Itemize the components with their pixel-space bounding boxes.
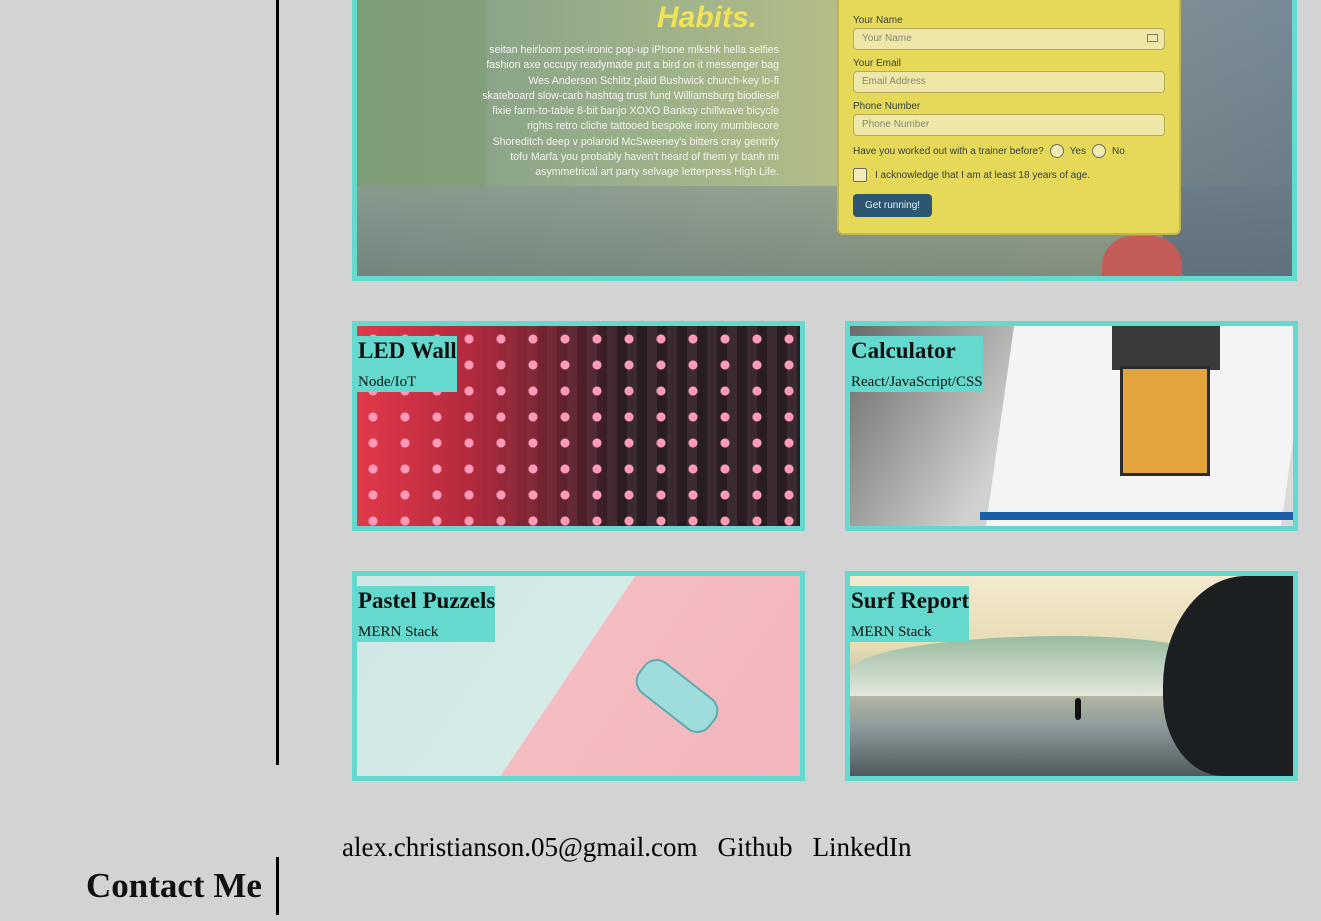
- contact-card-icon: [1147, 34, 1158, 42]
- email-link[interactable]: alex.christianson.05@gmail.com: [342, 830, 698, 864]
- project-card-led-wall[interactable]: LED Wall Node/IoT: [352, 321, 805, 531]
- project-label: Pastel Puzzels MERN Stack: [357, 586, 496, 642]
- laptop-taskbar-image: [980, 512, 1293, 520]
- featured-bg-shoe: [1102, 236, 1182, 276]
- contact-links: alex.christianson.05@gmail.com Github Li…: [342, 830, 912, 864]
- project-title: Surf Report: [851, 588, 970, 613]
- vertical-divider: [276, 0, 279, 765]
- phone-label: Phone Number: [853, 101, 921, 112]
- featured-heading: Habits.: [657, 1, 758, 34]
- no-label: No: [1112, 145, 1125, 157]
- github-link[interactable]: Github: [718, 830, 793, 864]
- project-title: LED Wall: [358, 338, 457, 363]
- project-label: Surf Report MERN Stack: [850, 586, 970, 642]
- project-card-pastel-puzzels[interactable]: Pastel Puzzels MERN Stack: [352, 571, 805, 781]
- signup-form: Your Name Your Name Your Email Email Add…: [837, 0, 1181, 235]
- silhouette-image: [1163, 576, 1293, 776]
- name-label: Your Name: [853, 15, 903, 26]
- trainer-question-row: Have you worked out with a trainer befor…: [853, 144, 1165, 158]
- phone-field[interactable]: Phone Number: [853, 114, 1165, 136]
- email-label: Your Email: [853, 58, 901, 69]
- surfer-image: [1075, 698, 1081, 720]
- project-card-calculator[interactable]: Calculator React/JavaScript/CSS: [845, 321, 1298, 531]
- project-tech: React/JavaScript/CSS: [851, 374, 983, 390]
- age-acknowledge-row: I acknowledge that I am at least 18 year…: [853, 168, 1165, 182]
- featured-description: seitan heirloom post-ironic pop-up iPhon…: [482, 44, 779, 179]
- name-field[interactable]: Your Name: [853, 28, 1165, 50]
- project-tech: MERN Stack: [358, 624, 439, 640]
- project-title: Calculator: [851, 338, 956, 363]
- yes-radio[interactable]: [1049, 144, 1064, 158]
- linkedin-link[interactable]: LinkedIn: [813, 830, 912, 864]
- project-label: LED Wall Node/IoT: [357, 336, 457, 392]
- yes-label: Yes: [1069, 145, 1086, 157]
- email-field[interactable]: Email Address: [853, 71, 1165, 93]
- contact-divider: [276, 857, 279, 915]
- wave-image: [850, 636, 1210, 696]
- featured-project[interactable]: Habits. seitan heirloom post-ironic pop-…: [352, 0, 1297, 281]
- age-acknowledge-label: I acknowledge that I am at least 18 year…: [875, 169, 1091, 181]
- project-label: Calculator React/JavaScript/CSS: [850, 336, 983, 392]
- trainer-question: Have you worked out with a trainer befor…: [853, 145, 1044, 157]
- featured-bg-foliage: [357, 0, 487, 199]
- no-radio[interactable]: [1092, 144, 1106, 158]
- project-title: Pastel Puzzels: [358, 588, 496, 613]
- contact-heading: Contact Me: [86, 866, 262, 905]
- project-tech: Node/IoT: [358, 374, 417, 390]
- toy-car-image: [629, 652, 725, 740]
- project-card-surf-report[interactable]: Surf Report MERN Stack: [845, 571, 1298, 781]
- age-checkbox[interactable]: [853, 168, 867, 182]
- project-tech: MERN Stack: [851, 624, 932, 640]
- calculator-display-image: [1112, 326, 1220, 370]
- calculator-keys-image: [1120, 366, 1210, 476]
- featured-bg-runner-leg: [1162, 0, 1292, 276]
- get-running-button[interactable]: Get running!: [853, 194, 933, 217]
